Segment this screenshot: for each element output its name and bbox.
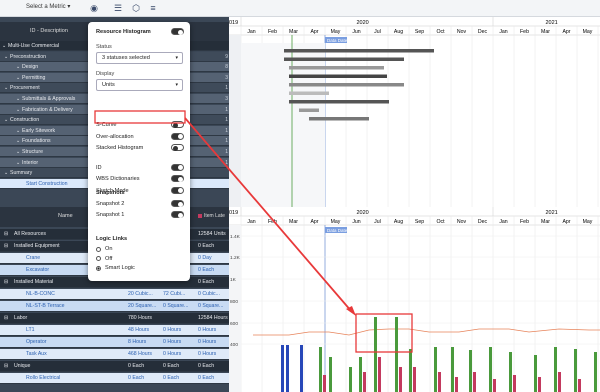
over-allocation-highlight xyxy=(94,110,186,124)
annotation-overlay xyxy=(94,110,413,353)
annotation-arrow xyxy=(184,117,353,313)
overallocated-bars-highlight xyxy=(355,313,413,353)
